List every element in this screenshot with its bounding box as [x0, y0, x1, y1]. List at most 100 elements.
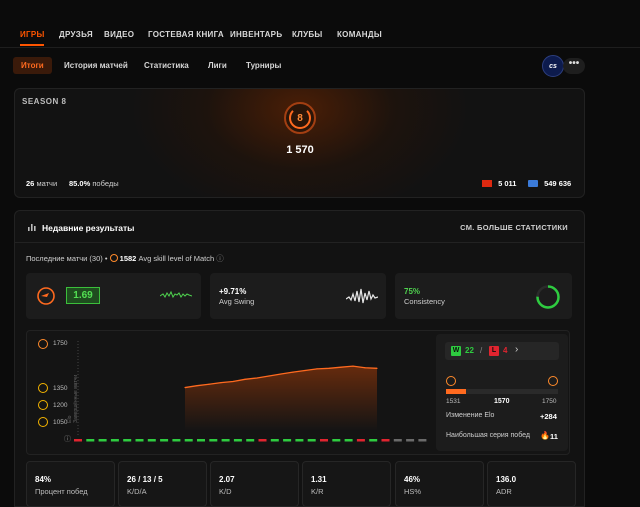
stat-adr: 136.0 ADR — [487, 461, 576, 507]
wl-summary[interactable]: W 22 / L 4 › — [445, 342, 559, 360]
result-marker — [86, 439, 95, 442]
result-marker — [344, 439, 353, 442]
subnav-tab-tournaments[interactable]: Турниры — [238, 57, 289, 74]
elo-change-label: Изменение Elo — [446, 412, 495, 419]
result-marker — [209, 439, 218, 442]
elo-point — [268, 375, 270, 377]
game-logo-icon[interactable]: cs — [542, 55, 564, 77]
elo-chart — [74, 341, 427, 442]
last-matches-line: Последние матчи (30) • 1582 Avg skill le… — [26, 253, 224, 264]
avg-skill-value: 1582 — [119, 254, 137, 263]
info-icon[interactable]: ⓘ — [216, 254, 224, 263]
subnav-tab-leagues[interactable]: Лиги — [200, 57, 235, 74]
rating-card: 1.69 — [26, 273, 201, 319]
stat-value: 84% — [35, 475, 52, 484]
stat-label: K/D/A — [127, 487, 147, 496]
fire-icon: 🔥 — [540, 431, 550, 440]
global-rank[interactable]: 549 636 — [528, 179, 571, 188]
nav-tab-friends[interactable]: ДРУЗЬЯ — [59, 30, 93, 39]
stat-kd: 2.07 K/D — [210, 461, 299, 507]
nav-tab-inventory[interactable]: ИНВЕНТАРЬ — [230, 30, 282, 39]
level-icon-1350 — [38, 383, 48, 393]
y-axis-caption: Elo Завершённые матчи — [67, 375, 79, 423]
result-marker — [233, 439, 242, 442]
losses-count: 4 — [503, 346, 508, 355]
wins-percent: 85.0% — [69, 179, 91, 188]
rating-gauge-icon — [37, 287, 55, 305]
nav-tab-guestbook[interactable]: ГОСТЕВАЯ КНИГА — [148, 30, 224, 39]
y-tick-1350: 1350 — [53, 385, 68, 392]
level-icon-1750 — [38, 339, 48, 349]
wl-separator: / — [480, 346, 483, 355]
nav-tab-teams[interactable]: КОМАНДЫ — [337, 30, 382, 39]
elo-summary-card: W 22 / L 4 › 1531 1570 1750 Изменение El… — [436, 334, 568, 451]
rating-sparkline — [160, 290, 192, 299]
active-tab-underline — [20, 44, 44, 46]
stat-label: HS% — [404, 487, 422, 496]
see-more-stats-link[interactable]: СМ. БОЛЬШЕ СТАТИСТИКИ — [460, 223, 568, 232]
chart-info-icon[interactable]: ⓘ — [64, 434, 71, 444]
wins-label: победы — [92, 179, 119, 188]
result-marker — [135, 439, 144, 442]
elo-point — [184, 386, 186, 389]
nav-tab-video[interactable]: ВИДЕО — [104, 30, 134, 39]
elo-point — [376, 367, 378, 369]
chevron-right-icon[interactable]: › — [515, 344, 518, 355]
result-marker — [123, 439, 132, 442]
nav-tab-clubs[interactable]: КЛУБЫ — [292, 30, 323, 39]
country-rank[interactable]: 5 011 — [482, 179, 516, 188]
result-marker — [98, 439, 107, 442]
avg-swing-card: +9.71% Avg Swing — [210, 273, 386, 319]
consistency-value: 75% — [404, 287, 421, 296]
avg-swing-value: +9.71% — [219, 287, 247, 296]
stat-value: 136.0 — [496, 475, 517, 484]
last-matches-label: Последние матчи (30) • — [26, 254, 108, 263]
stat-value: 2.07 — [219, 475, 235, 484]
nav-tab-games[interactable]: ИГРЫ — [20, 30, 45, 39]
stat-value: 46% — [404, 475, 421, 484]
elo-point — [232, 380, 234, 383]
result-marker — [418, 439, 427, 442]
result-marker — [221, 439, 230, 442]
elo-point — [208, 383, 210, 385]
y-tick-1200: 1200 — [53, 402, 68, 409]
elo-point — [292, 371, 294, 373]
result-marker — [74, 439, 82, 442]
elo-point — [220, 382, 222, 384]
elo-point — [256, 377, 258, 379]
level-icon-1200 — [38, 400, 48, 410]
elo-point — [196, 385, 198, 387]
matches-count: 26 — [26, 179, 35, 188]
skill-level-number: 8 — [297, 113, 303, 124]
range-start-level-icon — [446, 376, 456, 386]
result-marker — [307, 439, 316, 442]
stat-hs: 46% HS% — [395, 461, 484, 507]
recent-results-title: Недавние результаты — [42, 223, 135, 233]
elo-point — [304, 369, 306, 372]
subnav-tab-match-history[interactable]: История матчей — [56, 57, 136, 74]
subnav-tab-statistics[interactable]: Статистика — [136, 57, 197, 74]
result-marker — [406, 439, 415, 442]
range-end-level-icon — [548, 376, 558, 386]
stat-label: K/R — [311, 487, 324, 496]
consistency-card: 75% Consistency — [395, 273, 572, 319]
elo-area — [185, 366, 377, 431]
skill-level-small-icon — [109, 254, 118, 262]
elo-point — [352, 365, 354, 367]
season-card: SEASON 8 8 1 570 26 матчи 85.0% победы 5… — [14, 88, 585, 198]
result-marker — [160, 439, 169, 442]
globe-icon — [528, 180, 538, 187]
result-marker — [369, 439, 378, 442]
avg-skill-label: Avg skill level of Match — [138, 254, 215, 263]
more-options-button[interactable]: ••• — [563, 58, 585, 74]
elo-change-value: +284 — [540, 412, 557, 421]
top-nav: ИГРЫ ДРУЗЬЯ ВИДЕО ГОСТЕВАЯ КНИГА ИНВЕНТА… — [0, 0, 640, 48]
result-marker — [147, 439, 156, 442]
season-label: SEASON 8 — [22, 97, 67, 106]
result-marker — [270, 439, 279, 442]
y-tick-1750: 1750 — [53, 340, 68, 347]
subnav-tab-summary[interactable]: Итоги — [13, 57, 52, 74]
elo-value: 1 570 — [286, 144, 314, 156]
result-marker — [110, 439, 119, 442]
elo-point — [340, 366, 342, 368]
